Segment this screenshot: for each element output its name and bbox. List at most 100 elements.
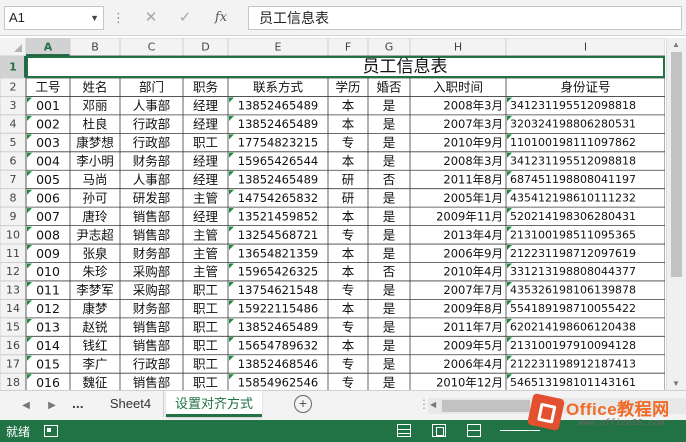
table-cell: 2008年3月 xyxy=(443,99,503,113)
error-indicator-icon xyxy=(229,171,234,177)
horizontal-scroll-thumb[interactable] xyxy=(442,400,530,412)
scroll-up-icon[interactable]: ▲ xyxy=(672,40,680,49)
table-cell: 唐玲 xyxy=(82,209,108,224)
table-cell: 2009年11月 xyxy=(436,209,503,223)
table-cell: 赵锐 xyxy=(82,320,108,335)
scroll-left-icon[interactable]: ◀ xyxy=(430,400,436,409)
table-cell: 本 xyxy=(342,209,355,224)
table-cell: 003 xyxy=(36,135,60,150)
title-cell-selection[interactable] xyxy=(26,56,665,78)
table-cell: 2011年8月 xyxy=(443,172,503,186)
table-cell: 康梦想 xyxy=(76,135,114,150)
scroll-down-icon[interactable]: ▼ xyxy=(672,379,680,388)
table-cell: 2009年5月 xyxy=(443,339,503,353)
table-cell: 主管 xyxy=(193,246,218,261)
table-cell: 主管 xyxy=(193,227,218,242)
cancel-icon[interactable]: ✕ xyxy=(138,7,164,29)
table-cell: 005 xyxy=(36,172,60,187)
error-indicator-icon xyxy=(27,226,32,232)
enter-icon[interactable]: ✓ xyxy=(172,7,198,29)
insert-function-button[interactable]: fx xyxy=(208,7,234,29)
vertical-scroll-thumb[interactable] xyxy=(671,52,682,277)
error-indicator-icon xyxy=(27,189,32,195)
tab-alignment-settings[interactable]: 设置对齐方式 xyxy=(166,391,262,417)
formula-input[interactable]: 员工信息表 xyxy=(248,6,682,30)
macro-recording-icon[interactable] xyxy=(44,425,58,437)
table-header-cell: 部门 xyxy=(139,80,164,95)
tab-sheet4[interactable]: Sheet4 xyxy=(98,391,164,417)
table-cell: 魏征 xyxy=(82,375,108,390)
error-indicator-icon xyxy=(27,245,32,251)
page-layout-view-icon[interactable] xyxy=(432,424,446,437)
table-cell: 财务部 xyxy=(133,154,171,169)
table-cell: 是 xyxy=(383,301,396,316)
table-cell: 职工 xyxy=(193,135,218,150)
chevron-down-icon[interactable]: ▼ xyxy=(90,7,99,29)
error-indicator-icon xyxy=(27,281,32,287)
row-header-label: 16 xyxy=(6,339,20,352)
table-cell: 320324198806280531 xyxy=(510,118,636,131)
error-indicator-icon xyxy=(27,134,32,140)
name-box-value: A1 xyxy=(9,10,25,25)
sheet-canvas[interactable]: A B C D E F G H I123456789101112131415161718员工信息… xyxy=(0,38,665,390)
name-box[interactable]: A1 ▼ xyxy=(4,6,104,30)
prev-sheet-icon[interactable]: ◀ xyxy=(18,397,34,415)
table-cell: 546513198101143161 xyxy=(510,376,636,389)
error-indicator-icon xyxy=(27,115,32,121)
table-cell: 435412198610111232 xyxy=(510,191,636,204)
table-cell: 人事部 xyxy=(133,98,171,113)
column-header-label: B xyxy=(91,41,99,54)
table-cell: 职工 xyxy=(193,283,218,298)
table-cell: 财务部 xyxy=(133,246,171,261)
table-cell: 13852468546 xyxy=(238,357,318,371)
normal-view-icon[interactable] xyxy=(397,424,411,437)
table-cell: 经理 xyxy=(193,209,219,224)
error-indicator-icon xyxy=(229,281,234,287)
table-cell: 213100198511095365 xyxy=(510,228,636,241)
table-cell: 213100197910094128 xyxy=(510,339,636,352)
table-cell: 13852465489 xyxy=(238,99,318,113)
table-cell: 是 xyxy=(383,135,396,150)
error-indicator-icon xyxy=(27,337,32,343)
column-header-label: C xyxy=(148,41,156,54)
add-sheet-button[interactable]: + xyxy=(294,395,312,413)
table-cell: 钱红 xyxy=(82,338,107,353)
table-cell: 13521459852 xyxy=(238,209,318,223)
table-cell: 本 xyxy=(342,98,355,113)
table-cell: 否 xyxy=(383,264,396,279)
table-cell: 331213198808044377 xyxy=(510,265,636,278)
error-indicator-icon xyxy=(229,300,234,306)
next-sheet-icon[interactable]: ▶ xyxy=(44,397,60,415)
error-indicator-icon xyxy=(229,355,234,361)
table-cell: 杜良 xyxy=(82,117,107,132)
table-header-cell: 学历 xyxy=(335,80,360,95)
more-sheets-button[interactable]: ... xyxy=(72,395,84,411)
watermark-url: www.office26.com xyxy=(578,418,665,428)
table-cell: 13852465489 xyxy=(238,320,318,334)
table-cell: 2007年7月 xyxy=(443,283,503,297)
table-cell: 341231195512098818 xyxy=(510,155,636,168)
table-cell: 是 xyxy=(383,283,396,298)
vertical-scrollbar[interactable]: ▲ ▼ xyxy=(666,38,686,390)
table-cell: 13852465489 xyxy=(238,172,318,186)
row-header-label: 9 xyxy=(10,210,17,223)
table-cell: 是 xyxy=(383,190,396,205)
table-cell: 尹志超 xyxy=(76,227,114,242)
row-header-label: 4 xyxy=(10,118,17,131)
error-indicator-icon xyxy=(27,355,32,361)
table-cell: 主管 xyxy=(193,190,218,205)
table-cell: 销售部 xyxy=(133,320,171,335)
table-cell: 否 xyxy=(383,172,396,187)
table-cell: 研 xyxy=(342,190,355,205)
table-cell: 010 xyxy=(36,264,60,279)
table-header-cell: 职务 xyxy=(193,80,218,95)
table-cell: 687451198808041197 xyxy=(510,173,636,186)
table-cell: 经理 xyxy=(193,172,219,187)
error-indicator-icon xyxy=(229,97,234,103)
row-header-label: 3 xyxy=(10,99,17,112)
page-break-view-icon[interactable] xyxy=(467,424,481,437)
table-cell: 销售部 xyxy=(133,338,171,353)
spreadsheet-grid[interactable]: A B C D E F G H I 1 2 3 4 5 6 7 8 9 10 11 12 13 14 15 16 17 18 员工信息… xyxy=(0,38,665,390)
table-cell: 620214198606120438 xyxy=(510,321,636,334)
error-indicator-icon xyxy=(229,318,234,324)
